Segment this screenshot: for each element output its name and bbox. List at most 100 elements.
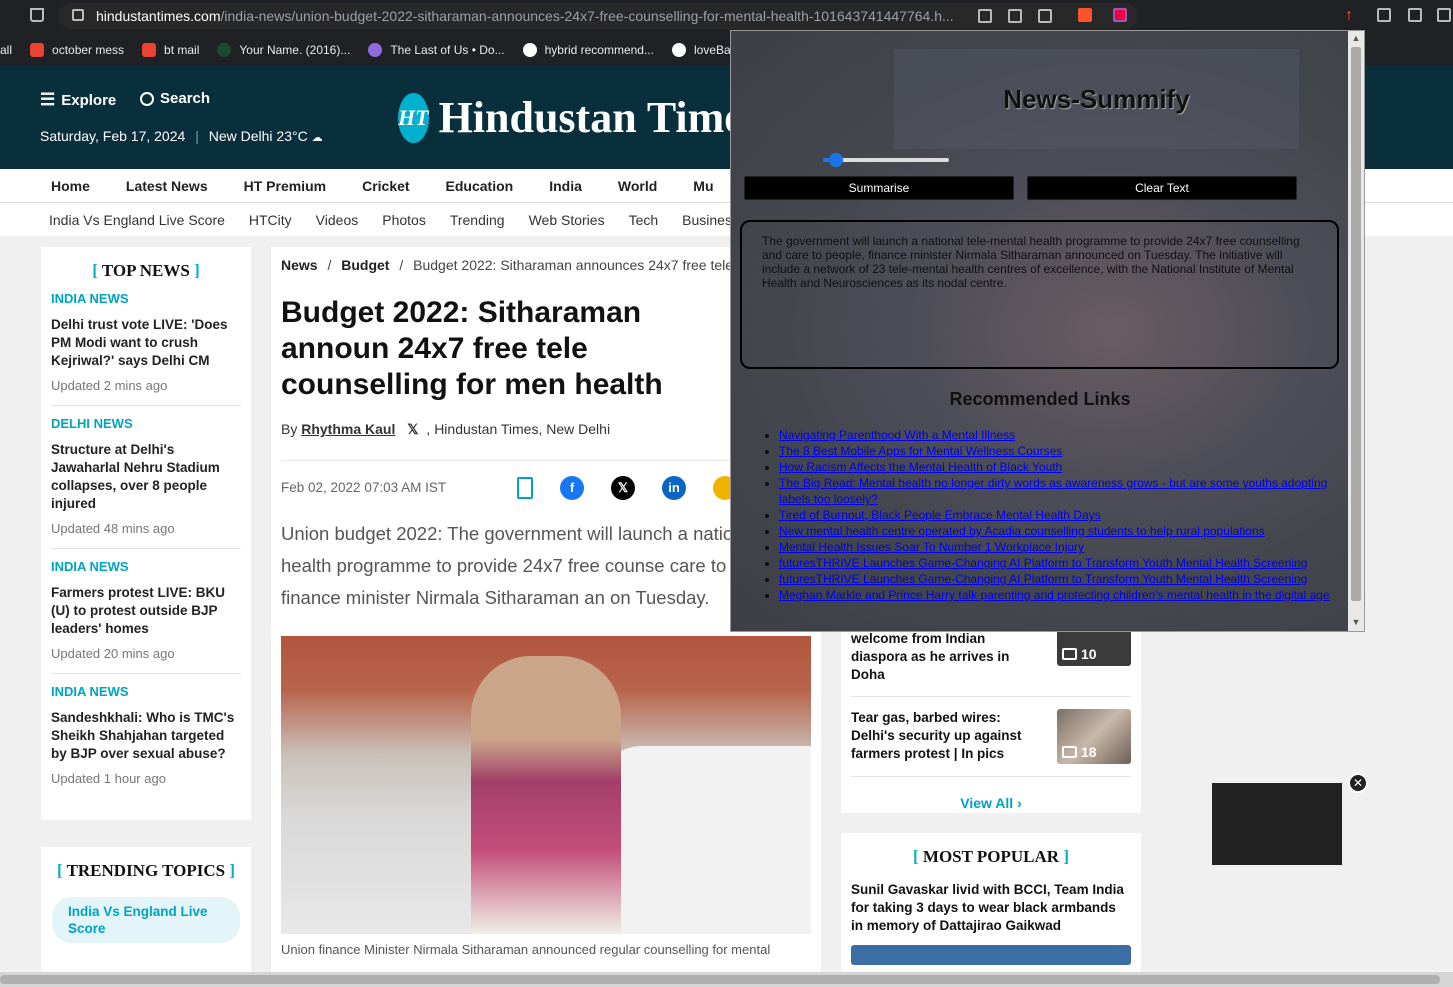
nav-item[interactable]: Education [446, 178, 514, 194]
clear-text-button[interactable]: Clear Text [1027, 176, 1297, 200]
popup-scrollbar[interactable]: ▲ ▼ [1348, 31, 1364, 631]
news-title[interactable]: Farmers protest LIVE: BKU (U) to protest… [51, 584, 241, 638]
recommended-links-list: Navigating Parenthood With a Mental Illn… [779, 427, 1344, 603]
brave-shields-icon[interactable] [1078, 8, 1092, 22]
news-time: Updated 20 mins ago [51, 646, 241, 674]
facebook-icon[interactable]: f [560, 475, 584, 500]
news-category[interactable]: DELHI NEWS [51, 416, 241, 431]
linkedin-icon[interactable]: in [662, 475, 686, 500]
nav-item[interactable]: Latest News [126, 178, 208, 194]
news-item[interactable]: DELHI NEWS Structure at Delhi's Jawaharl… [41, 416, 251, 549]
site-settings-icon[interactable] [72, 9, 84, 21]
recommended-link[interactable]: New mental health centre operated by Aca… [779, 524, 1265, 538]
most-popular-image[interactable] [851, 945, 1131, 965]
news-item[interactable]: INDIA NEWS Farmers protest LIVE: BKU (U)… [41, 559, 251, 674]
news-title[interactable]: Delhi trust vote LIVE: 'Does PM Modi wan… [51, 316, 241, 370]
nav-item[interactable]: World [618, 178, 657, 194]
bookmark-item[interactable]: hybrid recommend... [522, 43, 654, 57]
subnav-item[interactable]: Tech [629, 212, 659, 228]
chevron-right-icon: › [1017, 795, 1022, 811]
bookmark-icon[interactable] [30, 8, 44, 22]
news-time: Updated 48 mins ago [51, 521, 241, 549]
recommended-link[interactable]: Mental Health Issues Soar To Number 1 Wo… [779, 540, 1084, 554]
subnav-item[interactable]: India Vs England Live Score [49, 212, 225, 228]
photo-count: 10 [1081, 646, 1097, 662]
subnav-item[interactable]: HTCity [249, 212, 292, 228]
summary-length-slider[interactable] [823, 153, 949, 167]
bookmark-item[interactable]: all [0, 43, 12, 57]
site-icon [217, 43, 232, 57]
extensions-icon[interactable] [1377, 8, 1391, 22]
subnav-item[interactable]: Web Stories [529, 212, 605, 228]
scroll-down-icon[interactable]: ▼ [1351, 617, 1361, 627]
gallery-title[interactable]: Tear gas, barbed wires: Delhi's security… [851, 709, 1041, 764]
trending-topics-panel: [ TRENDING TOPICS ] India Vs England Liv… [41, 847, 251, 977]
menu-icon[interactable] [1437, 8, 1451, 22]
recommended-link[interactable]: Navigating Parenthood With a Mental Illn… [779, 428, 1015, 442]
floating-video[interactable] [1212, 783, 1342, 865]
news-time: Updated 1 hour ago [51, 771, 166, 786]
subnav-item[interactable]: Videos [316, 212, 359, 228]
x-share-icon[interactable]: 𝕏 [611, 475, 635, 500]
bookmark-icon[interactable] [517, 476, 533, 499]
x-icon[interactable]: 𝕏 [407, 421, 418, 437]
view-all-link[interactable]: View All › [851, 795, 1131, 811]
news-category[interactable]: INDIA NEWS [51, 291, 241, 306]
brave-rewards-icon[interactable] [1113, 8, 1127, 22]
nav-item[interactable]: India [549, 178, 582, 194]
nav-item[interactable]: HT Premium [244, 178, 326, 194]
nav-item[interactable]: Cricket [362, 178, 409, 194]
news-title[interactable]: Sandeshkhali: Who is TMC's Sheikh Shahja… [51, 709, 241, 763]
recommended-link[interactable]: Meghan Markle and Prince Harry talk pare… [779, 588, 1330, 602]
address-bar[interactable]: hindustantimes.com/india-news/union-budg… [58, 3, 1138, 29]
summarise-button[interactable]: Summarise [744, 176, 1014, 200]
news-category[interactable]: INDIA NEWS [51, 684, 241, 699]
most-popular-heading: [ MOST POPULAR ] [912, 847, 1069, 866]
cast-icon[interactable] [978, 9, 992, 23]
recommended-link[interactable]: The Big Read: Mental health no longer di… [779, 476, 1327, 506]
breadcrumb-budget[interactable]: Budget [341, 257, 389, 273]
scroll-up-icon[interactable]: ▲ [1351, 33, 1361, 43]
scrollbar-thumb[interactable] [0, 975, 1440, 984]
recommended-link[interactable]: Tired of Burnout, Black People Embrace M… [779, 508, 1101, 522]
bookmark-item[interactable]: Your Name. (2016)... [217, 43, 350, 57]
bookmark-item[interactable]: bt mail [142, 43, 199, 57]
news-item[interactable]: INDIA NEWS Sandeshkhali: Who is TMC's Sh… [41, 684, 251, 798]
recommended-link[interactable]: How Racism Affects the Mental Health of … [779, 460, 1062, 474]
summary-textarea[interactable]: The government will launch a national te… [740, 220, 1339, 369]
horizontal-scrollbar[interactable] [0, 972, 1453, 987]
news-title[interactable]: Structure at Delhi's Jawaharlal Nehru St… [51, 441, 241, 513]
share-icon[interactable] [1038, 9, 1052, 23]
most-popular-title[interactable]: Sunil Gavaskar livid with BCCI, Team Ind… [851, 881, 1131, 935]
gallery-thumb[interactable]: 10 [1057, 630, 1131, 666]
bookmark-item[interactable]: The Last of Us • Do... [368, 43, 505, 57]
news-item[interactable]: INDIA NEWS Delhi trust vote LIVE: 'Does … [41, 291, 251, 406]
sidebar-icon[interactable] [1408, 8, 1422, 22]
close-icon[interactable]: ✕ [1348, 773, 1368, 793]
nav-item[interactable]: Mu [693, 178, 713, 194]
breadcrumb-news[interactable]: News [281, 257, 318, 273]
slider-thumb[interactable] [829, 153, 844, 167]
recommended-link[interactable]: futuresTHRIVE Launches Game-Changing AI … [779, 556, 1307, 570]
gallery-thumb[interactable]: 18 [1057, 709, 1131, 764]
subnav-item[interactable]: Photos [382, 212, 426, 228]
bookmark-item[interactable]: october mess [30, 43, 124, 57]
nav-item[interactable]: Home [51, 178, 90, 194]
extension-arrow-icon[interactable]: ↑ [1345, 7, 1353, 25]
explore-button[interactable]: ☰ Explore [40, 90, 116, 110]
site-logo[interactable]: HT Hindustan Times [398, 92, 730, 143]
recommended-link[interactable]: futuresTHRIVE Launches Game-Changing AI … [779, 572, 1307, 586]
recommended-link[interactable]: The 8 Best Mobile Apps for Mental Wellne… [779, 444, 1062, 458]
popup-scroll-thumb[interactable] [1351, 47, 1361, 601]
trending-pill[interactable]: India Vs England Live Score [52, 897, 240, 943]
reader-icon[interactable] [1008, 9, 1022, 23]
subnav-item[interactable]: Trending [450, 212, 505, 228]
logo-text: Hindustan Times [438, 93, 730, 142]
news-category[interactable]: INDIA NEWS [51, 559, 241, 574]
news-time: Updated 2 mins ago [51, 378, 241, 406]
author-link[interactable]: Rhythma Kaul [301, 421, 395, 437]
gallery-item[interactable]: Tear gas, barbed wires: Delhi's security… [851, 697, 1131, 777]
gallery-title[interactable]: welcome from Indian diaspora as he arriv… [851, 630, 1041, 684]
search-button[interactable]: Search [140, 90, 210, 107]
url-text[interactable]: hindustantimes.com/india-news/union-budg… [96, 8, 966, 24]
